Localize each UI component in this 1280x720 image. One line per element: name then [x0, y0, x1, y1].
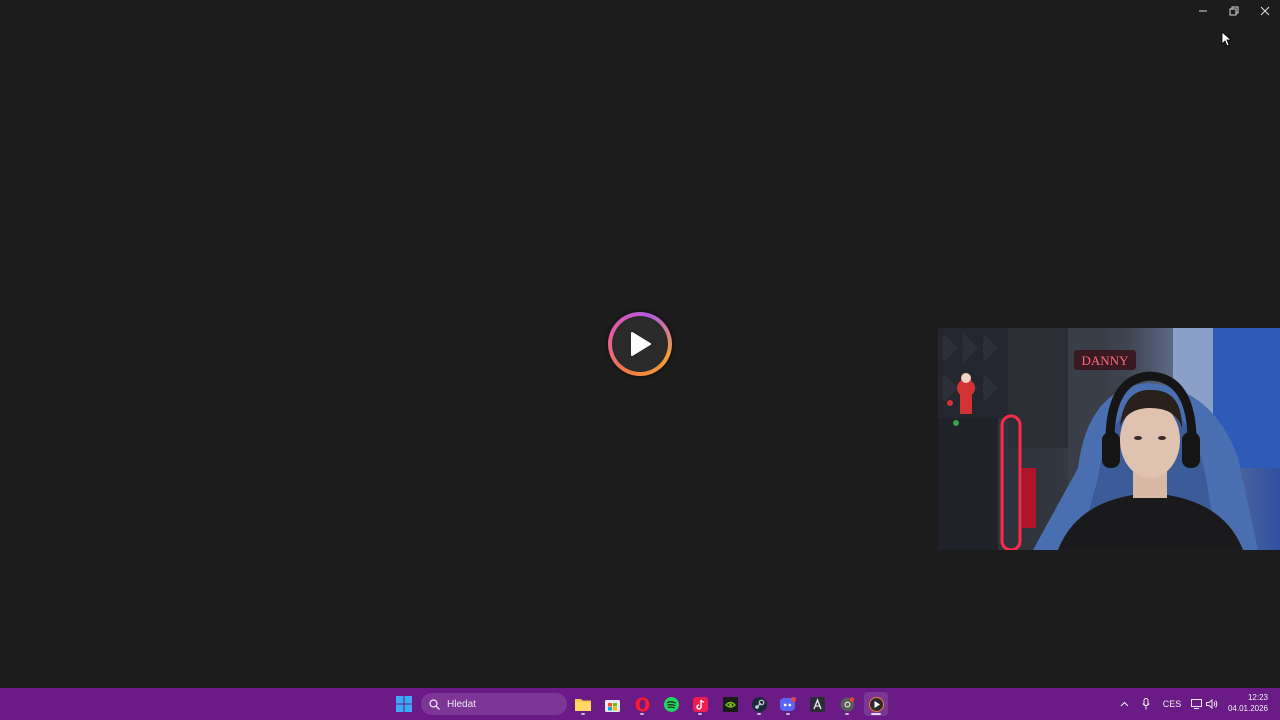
minimize-icon [1198, 10, 1207, 12]
taskbar-app-tiktok[interactable] [688, 692, 712, 716]
tray-volume[interactable] [1205, 688, 1219, 720]
start-button[interactable] [392, 692, 416, 716]
taskbar-app-discord[interactable] [776, 692, 800, 716]
opera-icon [635, 697, 649, 711]
close-button[interactable] [1249, 0, 1280, 22]
microphone-icon [1142, 698, 1150, 710]
restore-button[interactable] [1218, 0, 1249, 22]
clock-date: 04.01.2026 [1227, 704, 1268, 713]
chrome-icon [840, 696, 854, 711]
search-placeholder: Hledat [447, 698, 476, 710]
tiktok-icon [692, 696, 708, 712]
tray-network[interactable] [1189, 688, 1203, 720]
taskbar-app-chrome[interactable] [835, 692, 859, 716]
play-icon [631, 332, 651, 356]
taskbar-app-opera[interactable] [630, 692, 654, 716]
steam-icon [751, 696, 767, 712]
microsoft-store-icon [604, 699, 620, 712]
mouse-cursor-icon [1221, 31, 1231, 47]
taskbar-app-nvidia[interactable] [718, 692, 742, 716]
taskbar-search[interactable]: Hledat [421, 693, 567, 715]
minimize-button[interactable] [1187, 0, 1218, 22]
spotify-icon [663, 696, 679, 712]
neon-sign: DANNY [1082, 353, 1130, 368]
taskbar-app-file-explorer[interactable] [571, 692, 595, 716]
obs-icon [809, 696, 825, 712]
close-icon [1260, 6, 1269, 16]
taskbar-app-steam[interactable] [747, 692, 771, 716]
volume-icon [1206, 699, 1218, 709]
file-explorer-icon [575, 699, 591, 711]
clock-time: 12:23 [1247, 693, 1268, 702]
webcam-scene: DANNY [938, 328, 1280, 550]
webcam-overlay: DANNY [938, 328, 1280, 550]
taskbar-app-spotify[interactable] [659, 692, 683, 716]
search-icon [429, 698, 440, 710]
tray-overflow-button[interactable] [1117, 688, 1131, 720]
restore-icon [1229, 6, 1238, 16]
window-controls [1187, 0, 1280, 22]
taskbar-app-media-player[interactable] [864, 692, 888, 716]
play-button[interactable] [608, 312, 672, 376]
tray-language[interactable]: CES [1160, 688, 1184, 720]
nvidia-icon [722, 696, 738, 712]
network-icon [1190, 699, 1202, 709]
media-player-icon [868, 696, 884, 712]
taskbar-app-store[interactable] [600, 692, 624, 716]
taskbar: Hledat CES 12:23 04.01.2026 [0, 688, 1280, 720]
taskbar-app-obs[interactable] [805, 692, 829, 716]
tray-microphone[interactable] [1139, 688, 1153, 720]
play-button-inner [612, 316, 668, 372]
discord-icon [780, 696, 796, 711]
start-icon [396, 696, 412, 712]
clock[interactable]: 12:23 04.01.2026 [1228, 692, 1268, 714]
chevron-up-icon [1120, 701, 1128, 707]
